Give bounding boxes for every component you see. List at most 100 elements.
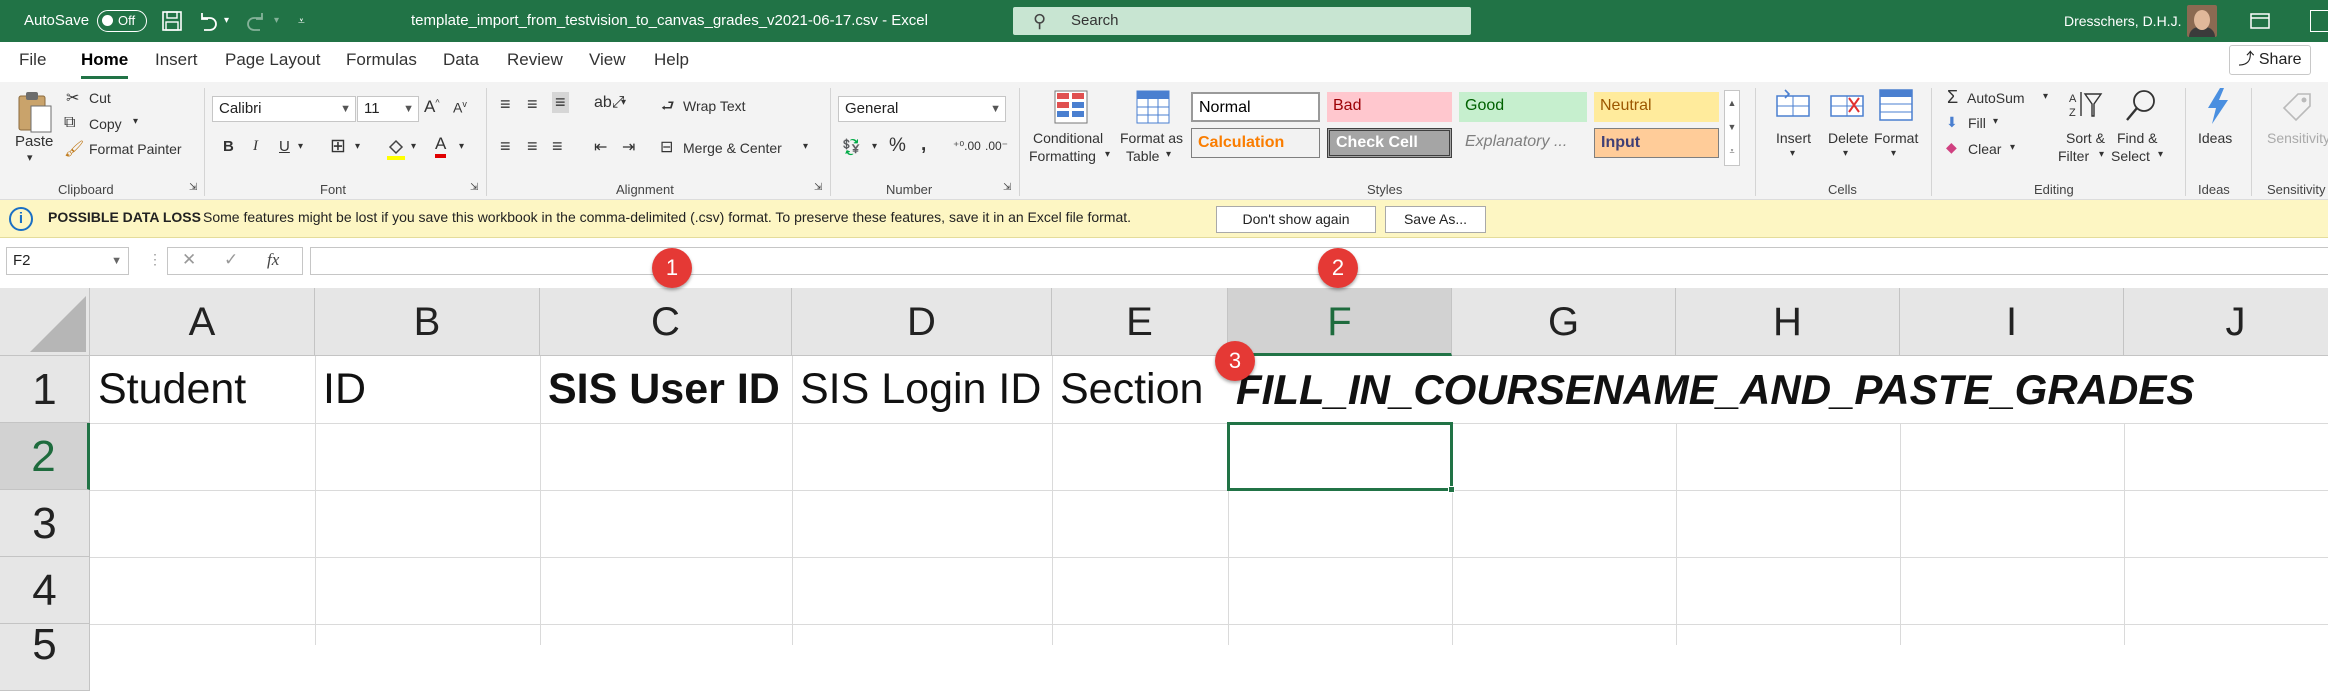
fill-dropdown-icon[interactable]: ▾: [411, 141, 416, 152]
cell-c1[interactable]: SIS User ID: [540, 356, 780, 423]
column-header-h[interactable]: H: [1676, 288, 1900, 356]
search-box[interactable]: ⚲ Search: [1013, 7, 1471, 35]
borders-dropdown-icon[interactable]: ▾: [355, 141, 360, 152]
tab-view[interactable]: View: [589, 50, 626, 70]
tab-help[interactable]: Help: [654, 50, 689, 70]
increase-decimal-icon[interactable]: ⁺⁰.00: [953, 139, 981, 153]
underline-icon[interactable]: U: [279, 138, 290, 155]
format-as-table-label2[interactable]: Table: [1126, 148, 1159, 164]
conditional-formatting-icon[interactable]: [1054, 90, 1088, 124]
undo-icon[interactable]: [196, 10, 218, 32]
row-header-3[interactable]: 3: [0, 490, 90, 557]
user-name[interactable]: Dresschers, D.H.J.: [2064, 0, 2181, 42]
ideas-icon[interactable]: [2202, 86, 2232, 126]
insert-cells-icon[interactable]: [1775, 88, 1811, 122]
cell-a1[interactable]: Student: [90, 356, 246, 423]
tab-home[interactable]: Home: [81, 50, 129, 79]
autosum-dropdown-icon[interactable]: ▾: [2043, 91, 2048, 102]
paste-icon[interactable]: [17, 90, 53, 134]
decrease-font-icon[interactable]: Av: [453, 99, 467, 116]
column-header-b[interactable]: B: [315, 288, 540, 356]
font-launcher-icon[interactable]: ⇲: [470, 182, 478, 193]
style-normal[interactable]: Normal: [1191, 92, 1320, 122]
style-bad[interactable]: Bad: [1327, 92, 1452, 122]
window-control-icon[interactable]: [2310, 10, 2328, 32]
sort-filter-icon[interactable]: A Z: [2067, 88, 2103, 122]
wrap-text-label[interactable]: Wrap Text: [683, 98, 746, 114]
insert-cells-label[interactable]: Insert: [1776, 130, 1811, 146]
fill-dropdown-icon[interactable]: ▾: [1993, 116, 1998, 127]
format-cells-icon[interactable]: [1878, 88, 1914, 122]
column-header-a[interactable]: A: [90, 288, 315, 356]
accounting-format-icon[interactable]: 💱: [842, 138, 861, 156]
conditional-dropdown-icon[interactable]: ▾: [1105, 149, 1110, 160]
undo-dropdown-icon[interactable]: ▾: [224, 0, 229, 42]
ribbon-display-options-icon[interactable]: [2250, 13, 2270, 29]
decrease-decimal-icon[interactable]: .00⁻: [985, 139, 1008, 153]
column-header-i[interactable]: I: [1900, 288, 2124, 356]
comma-style-icon[interactable]: ,: [921, 134, 926, 156]
name-box[interactable]: F2 ▼: [6, 247, 129, 275]
increase-font-icon[interactable]: A^: [424, 97, 440, 117]
align-top-icon[interactable]: ≡: [500, 94, 511, 115]
conditional-formatting-label1[interactable]: Conditional: [1033, 130, 1103, 146]
style-check-cell[interactable]: Check Cell: [1327, 128, 1452, 158]
fill-label[interactable]: Fill: [1968, 115, 1986, 131]
fill-handle[interactable]: [1448, 486, 1455, 493]
percent-icon[interactable]: %: [889, 135, 906, 157]
font-name-combo[interactable]: Calibri ▼: [212, 96, 356, 122]
selected-cell-f2[interactable]: [1227, 422, 1455, 493]
clipboard-launcher-icon[interactable]: ⇲: [189, 182, 197, 193]
tab-insert[interactable]: Insert: [155, 50, 198, 70]
redo-icon[interactable]: [246, 10, 268, 32]
align-right-icon[interactable]: ≡: [552, 136, 563, 157]
tab-data[interactable]: Data: [443, 50, 479, 70]
autosum-icon[interactable]: Σ: [1947, 87, 1958, 108]
format-as-table-dropdown-icon[interactable]: ▾: [1166, 149, 1171, 160]
align-left-icon[interactable]: ≡: [500, 136, 511, 157]
number-launcher-icon[interactable]: ⇲: [1003, 182, 1011, 193]
wrap-text-icon[interactable]: ⮐: [661, 96, 675, 121]
format-cells-label[interactable]: Format: [1874, 130, 1918, 146]
merge-center-icon[interactable]: ⊟: [660, 137, 673, 157]
bold-icon[interactable]: B: [223, 138, 234, 155]
delete-cells-label[interactable]: Delete: [1828, 130, 1868, 146]
formula-bar-grip-icon[interactable]: ⋮: [148, 251, 162, 268]
style-calculation[interactable]: Calculation: [1191, 128, 1320, 158]
copy-dropdown-icon[interactable]: ▾: [133, 116, 138, 127]
autosave-toggle[interactable]: Off: [97, 10, 147, 32]
find-dropdown-icon[interactable]: ▾: [2158, 149, 2163, 160]
italic-icon[interactable]: I: [253, 138, 258, 155]
avatar[interactable]: [2187, 5, 2217, 37]
find-select-label2[interactable]: Select: [2111, 148, 2150, 164]
tab-formulas[interactable]: Formulas: [346, 50, 417, 70]
align-center-icon[interactable]: ≡: [527, 136, 538, 157]
column-header-g[interactable]: G: [1452, 288, 1676, 356]
sort-filter-label2[interactable]: Filter: [2058, 148, 2089, 164]
column-header-f[interactable]: F: [1228, 288, 1452, 356]
redo-dropdown-icon[interactable]: ▾: [274, 0, 279, 42]
styles-gallery-scroll[interactable]: ▲ ▼ ⩡: [1724, 90, 1740, 166]
cell-f1[interactable]: FILL_IN_COURSENAME_AND_PASTE_GRADES: [1228, 356, 2194, 423]
row-header-1[interactable]: 1: [0, 356, 90, 423]
borders-icon[interactable]: ⊞: [330, 135, 346, 158]
paste-label[interactable]: Paste: [15, 133, 53, 150]
format-dropdown-icon[interactable]: ▾: [1891, 148, 1896, 159]
tab-page-layout[interactable]: Page Layout: [225, 50, 320, 70]
style-explanatory[interactable]: Explanatory ...: [1459, 128, 1587, 158]
column-header-c[interactable]: C: [540, 288, 792, 356]
conditional-formatting-label2[interactable]: Formatting: [1029, 148, 1096, 164]
fill-color-icon[interactable]: [385, 137, 407, 161]
merge-center-label[interactable]: Merge & Center: [683, 140, 782, 156]
delete-cells-icon[interactable]: [1829, 88, 1865, 122]
save-icon[interactable]: [162, 11, 182, 31]
find-select-label1[interactable]: Find &: [2117, 130, 2157, 146]
number-format-combo[interactable]: General ▼: [838, 96, 1006, 122]
style-good[interactable]: Good: [1459, 92, 1587, 122]
cut-icon[interactable]: ✂: [66, 88, 79, 108]
accounting-dropdown-icon[interactable]: ▾: [872, 141, 877, 152]
delete-dropdown-icon[interactable]: ▾: [1843, 148, 1848, 159]
find-select-icon[interactable]: [2124, 88, 2160, 124]
sensitivity-label[interactable]: Sensitivity: [2267, 130, 2328, 146]
clear-label[interactable]: Clear: [1968, 141, 2001, 157]
